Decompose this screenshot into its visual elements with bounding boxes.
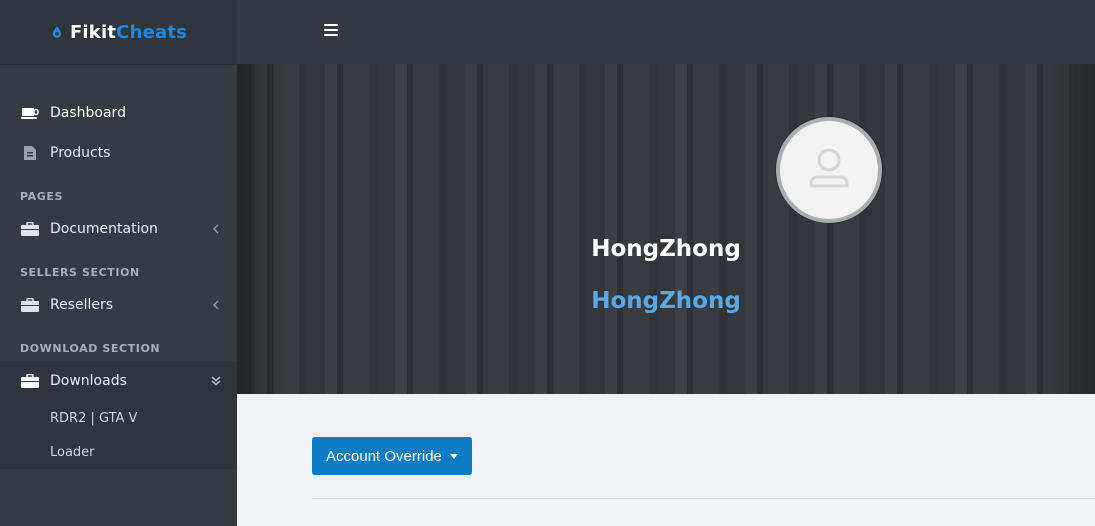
profile-subtitle: HongZhong bbox=[591, 288, 741, 314]
sidebar-item-label: Resellers bbox=[50, 297, 114, 313]
brand-part1: Fikit bbox=[69, 21, 117, 43]
sidebar-item-dashboard[interactable]: Dashboard bbox=[0, 93, 237, 133]
submenu-item-loader[interactable]: Loader bbox=[0, 435, 237, 469]
drop-icon bbox=[52, 26, 62, 38]
avatar bbox=[776, 117, 882, 223]
briefcase-icon bbox=[20, 297, 40, 313]
sidebar-item-label: Dashboard bbox=[50, 105, 126, 121]
user-icon bbox=[809, 148, 849, 188]
sidebar-item-label: Downloads bbox=[50, 373, 127, 389]
section-title-download: DOWNLOAD SECTION bbox=[20, 341, 161, 355]
sidebar-item-resellers[interactable]: Resellers bbox=[0, 285, 237, 325]
briefcase-icon bbox=[20, 221, 40, 237]
caret-down-icon bbox=[449, 453, 458, 459]
sidebar-item-label: Documentation bbox=[50, 221, 158, 237]
divider bbox=[312, 498, 1095, 499]
submenu-item-rdr2-gta[interactable]: RDR2 | GTA V bbox=[0, 401, 237, 435]
briefcase-icon bbox=[20, 373, 40, 389]
account-override-label: Account Override bbox=[326, 447, 442, 465]
chevron-left-icon[interactable] bbox=[211, 300, 221, 310]
document-icon bbox=[20, 145, 40, 161]
top-navbar bbox=[237, 0, 1095, 64]
sidebar-item-documentation[interactable]: Documentation bbox=[0, 209, 237, 249]
section-title-pages: PAGES bbox=[20, 189, 64, 203]
coffee-cup-icon bbox=[20, 105, 40, 121]
sidebar-item-products[interactable]: Products bbox=[0, 133, 237, 173]
account-override-button[interactable]: Account Override bbox=[312, 437, 472, 475]
sidebar-item-downloads[interactable]: Downloads bbox=[0, 361, 237, 401]
section-title-sellers: SELLERS SECTION bbox=[20, 265, 140, 279]
double-chevron-down-icon[interactable] bbox=[211, 376, 221, 386]
brand-logo[interactable]: FikitCheats bbox=[0, 0, 237, 65]
hamburger-icon[interactable] bbox=[324, 24, 338, 36]
brand-part2: Cheats bbox=[116, 21, 188, 43]
sidebar: FikitCheats Dashboard Products PAGES Doc… bbox=[0, 0, 237, 526]
profile-hero: HongZhong HongZhong bbox=[237, 64, 1095, 394]
main-content: Account Override bbox=[237, 394, 1095, 526]
chevron-left-icon[interactable] bbox=[211, 224, 221, 234]
profile-name: HongZhong bbox=[591, 236, 741, 262]
sidebar-item-label: Products bbox=[50, 145, 111, 161]
